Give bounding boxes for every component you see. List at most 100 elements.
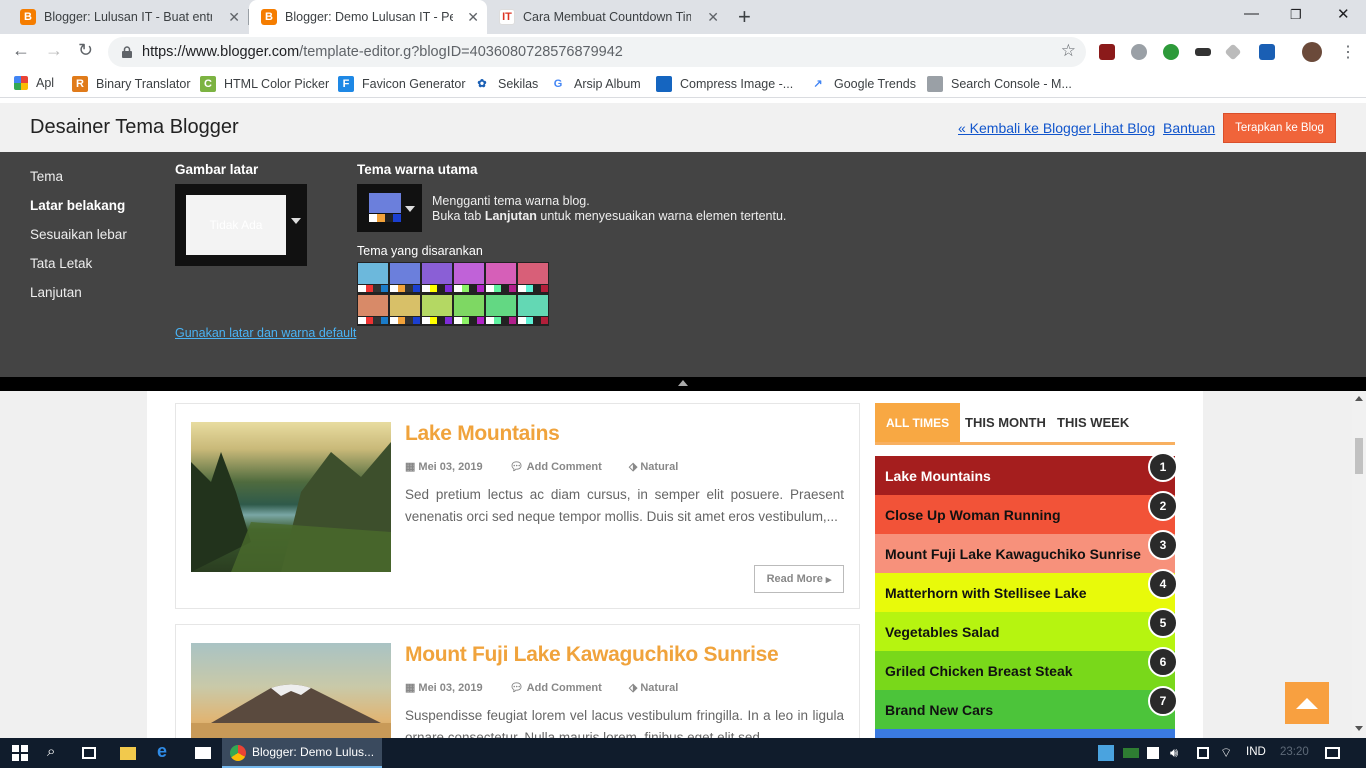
dropdown-arrow-icon[interactable] xyxy=(291,218,301,224)
suggested-theme-swatch[interactable] xyxy=(453,294,484,325)
minimize-icon[interactable]: — xyxy=(1244,5,1259,22)
profile-avatar[interactable] xyxy=(1302,42,1322,62)
view-blog-link[interactable]: Lihat Blog xyxy=(1093,120,1155,136)
background-image-picker[interactable]: Tidak Ada xyxy=(175,184,307,266)
suggested-theme-swatch[interactable] xyxy=(421,294,452,325)
taskbar-chrome-app[interactable]: Blogger: Demo Lulus... xyxy=(222,738,382,768)
read-more-button[interactable]: Read More ▸ xyxy=(754,565,844,593)
sidebar-item-tema[interactable]: Tema xyxy=(30,169,63,184)
forward-icon[interactable]: → xyxy=(45,40,63,61)
suggested-theme-swatch[interactable] xyxy=(389,294,420,325)
popular-post-item[interactable]: Close Up Woman Running xyxy=(875,495,1175,534)
language-indicator[interactable]: IND xyxy=(1246,746,1266,758)
edge-icon[interactable]: e xyxy=(157,741,173,761)
scroll-up-icon[interactable] xyxy=(1355,396,1363,401)
nvidia-icon[interactable] xyxy=(1123,748,1139,758)
search-icon[interactable]: ⌕ xyxy=(47,743,63,760)
tab-this-month[interactable]: THIS MONTH xyxy=(965,403,1046,442)
bookmark-item[interactable]: R Binary Translator xyxy=(72,76,190,92)
use-default-link[interactable]: Gunakan latar dan warna default xyxy=(175,326,356,340)
file-explorer-icon[interactable] xyxy=(120,747,136,760)
popular-post-item[interactable]: Lake Mountains xyxy=(875,456,1175,495)
task-view-icon[interactable] xyxy=(82,747,96,759)
mask-extension-icon[interactable] xyxy=(1195,48,1211,56)
address-bar[interactable]: https://www.blogger.com/template-editor.… xyxy=(108,37,1086,67)
suggested-theme-swatch[interactable] xyxy=(485,262,516,293)
new-tab-icon[interactable]: + xyxy=(738,4,751,30)
security-icon[interactable] xyxy=(1147,747,1159,759)
panel-divider[interactable] xyxy=(0,377,1366,391)
suggested-theme-swatch[interactable] xyxy=(421,262,452,293)
back-to-blogger-link[interactable]: « Kembali ke Blogger xyxy=(958,120,1091,136)
post-comment[interactable]: 💬︎ Add Comment xyxy=(510,461,614,473)
mail-icon[interactable] xyxy=(195,747,211,759)
scrollbar-thumb[interactable] xyxy=(1355,438,1363,474)
volume-icon[interactable]: 🔊︎ xyxy=(1170,745,1186,761)
popular-post-item[interactable]: Brand New Cars xyxy=(875,690,1175,729)
post-title[interactable]: Mount Fuji Lake Kawaguchiko Sunrise xyxy=(405,643,779,667)
browser-tab-1[interactable]: B Blogger: Lulusan IT - Buat entri ✕ xyxy=(8,0,248,34)
main-theme-picker[interactable] xyxy=(357,184,422,232)
popular-post-item[interactable]: Matterhorn with Stellisee Lake xyxy=(875,573,1175,612)
popular-post-item[interactable]: Vegetables Salad xyxy=(875,612,1175,651)
apply-to-blog-button[interactable]: Terapkan ke Blog xyxy=(1223,113,1336,143)
post-card: Mount Fuji Lake Kawaguchiko Sunrise ▦ Mei… xyxy=(175,624,860,753)
suggested-theme-swatch[interactable] xyxy=(357,262,388,293)
browser-tab-2[interactable]: B Blogger: Demo Lulusan IT - Pera ✕ xyxy=(249,0,487,34)
popular-post-item[interactable]: Griled Chicken Breast Steak xyxy=(875,651,1175,690)
post-thumbnail-lake-mountains[interactable] xyxy=(191,422,391,572)
suggested-theme-swatch[interactable] xyxy=(517,262,548,293)
bookmark-item[interactable]: ✿ Sekilas xyxy=(474,76,538,92)
bookmark-apps[interactable]: Apl xyxy=(14,76,54,90)
sidebar-item-latar-belakang[interactable]: Latar belakang xyxy=(30,198,125,213)
scroll-down-icon[interactable] xyxy=(1355,726,1363,731)
sidebar-item-sesuaikan-lebar[interactable]: Sesuaikan lebar xyxy=(30,227,127,242)
suggested-theme-swatch[interactable] xyxy=(389,262,420,293)
wifi-icon[interactable]: ⌔ xyxy=(1220,745,1236,761)
extension-icon[interactable] xyxy=(1259,44,1275,60)
tray-app-icon[interactable] xyxy=(1098,745,1114,761)
close-tab-icon[interactable]: ✕ xyxy=(228,9,240,26)
help-link[interactable]: Bantuan xyxy=(1163,120,1215,136)
bookmark-item[interactable]: C HTML Color Picker xyxy=(200,76,329,92)
close-tab-icon[interactable]: ✕ xyxy=(467,9,479,26)
browser-tab-3[interactable]: IT Cara Membuat Countdown Time ✕ xyxy=(487,0,727,34)
reload-icon[interactable]: ↻ xyxy=(78,40,93,61)
dropdown-arrow-icon[interactable] xyxy=(405,206,415,212)
post-thumbnail-mount-fuji[interactable] xyxy=(191,643,391,753)
suggested-theme-swatch[interactable] xyxy=(453,262,484,293)
suggested-theme-swatch[interactable] xyxy=(517,294,548,325)
tab-this-week[interactable]: THIS WEEK xyxy=(1057,403,1129,442)
post-comment[interactable]: 💬︎ Add Comment xyxy=(510,682,614,694)
suggested-theme-swatch[interactable] xyxy=(485,294,516,325)
bookmark-item[interactable]: F Favicon Generator xyxy=(338,76,466,92)
globe-extension-icon[interactable] xyxy=(1131,44,1147,60)
sidebar-item-tata-letak[interactable]: Tata Letak xyxy=(30,256,92,271)
notifications-icon[interactable] xyxy=(1325,747,1340,759)
bookmark-item[interactable]: ↗ Google Trends xyxy=(810,76,916,92)
page-scrollbar[interactable] xyxy=(1352,391,1366,738)
back-to-top-button[interactable] xyxy=(1285,682,1329,724)
suggested-theme-swatch[interactable] xyxy=(357,294,388,325)
bookmark-star-icon[interactable]: ☆ xyxy=(1061,41,1076,61)
tab-all-times[interactable]: ALL TIMES xyxy=(875,403,961,442)
bookmark-item[interactable]: G Arsip Album xyxy=(550,76,641,92)
extension-icon[interactable] xyxy=(1163,44,1179,60)
restore-icon[interactable]: ❐ xyxy=(1290,7,1302,23)
post-tag[interactable]: ⬗ Natural xyxy=(629,682,690,694)
bookmark-item[interactable]: Search Console - M... xyxy=(927,76,1072,92)
close-window-icon[interactable]: ✕ xyxy=(1337,5,1350,23)
bookmark-item[interactable]: Compress Image -... xyxy=(656,76,793,92)
action-center-tray-icon[interactable] xyxy=(1197,747,1209,759)
post-tag[interactable]: ⬗ Natural xyxy=(629,461,690,473)
sidebar-item-lanjutan[interactable]: Lanjutan xyxy=(30,285,82,300)
post-title[interactable]: Lake Mountains xyxy=(405,422,560,446)
menu-kebab-icon[interactable]: ⋮ xyxy=(1340,42,1356,62)
popular-post-item[interactable]: Mount Fuji Lake Kawaguchiko Sunrise xyxy=(875,534,1175,573)
back-icon[interactable]: ← xyxy=(12,40,30,61)
close-tab-icon[interactable]: ✕ xyxy=(707,9,719,26)
windows-start-icon[interactable] xyxy=(12,745,28,761)
clock[interactable]: 23:20 xyxy=(1280,746,1309,758)
collapse-arrow-icon[interactable] xyxy=(678,380,688,386)
pdf-extension-icon[interactable] xyxy=(1099,44,1115,60)
